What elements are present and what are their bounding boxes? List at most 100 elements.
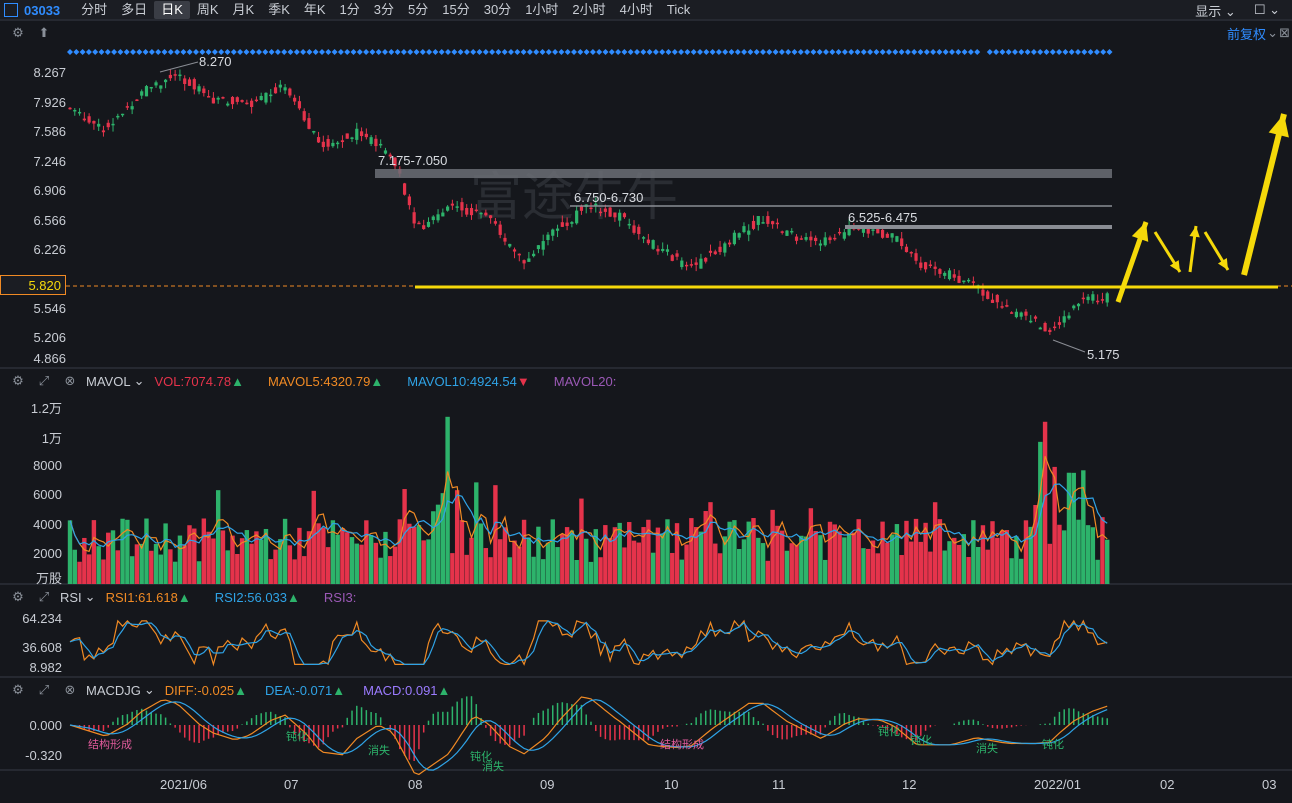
candle-body (1072, 305, 1076, 309)
candle-body (1033, 316, 1038, 319)
signal-diamond (161, 49, 168, 55)
candle-body (933, 266, 937, 269)
volume-bar (115, 550, 120, 584)
volume-bar (861, 548, 866, 584)
zone-label: 7.175-7.050 (378, 153, 447, 168)
candle-body (1005, 305, 1009, 307)
candle-body (68, 107, 72, 110)
volume-bar (823, 559, 828, 584)
volume-bar (1066, 472, 1072, 584)
candle-body (1091, 294, 1095, 301)
candle-body (1043, 323, 1047, 332)
volume-bar (163, 523, 168, 584)
candle-body (747, 230, 751, 235)
candle-body (1081, 297, 1085, 300)
macd-annotation: 结构形成 (660, 737, 704, 751)
macd-annotation: 钝化 (286, 729, 308, 743)
signal-diamond (155, 49, 162, 55)
candle-body (880, 229, 885, 238)
signal-diamond (514, 49, 521, 55)
signal-diamond (470, 49, 477, 55)
signal-diamond (823, 49, 829, 55)
volume-bar (502, 527, 508, 584)
signal-diamond (665, 49, 672, 55)
chart-canvas[interactable]: 富途牛牛7.175-7.0506.750-6.7306.525-6.4758.2… (0, 0, 1292, 803)
signal-diamond (438, 49, 445, 55)
signal-diamond (445, 49, 451, 55)
signal-diamond (810, 49, 817, 55)
volume-bar (660, 533, 665, 584)
signal-diamond (671, 49, 678, 55)
signal-diamond (508, 49, 514, 55)
volume-bar (177, 535, 183, 584)
signal-diamond (167, 49, 174, 55)
signal-diamond (753, 49, 760, 55)
signal-diamond (949, 49, 955, 55)
price-tick: 6.906 (33, 183, 66, 198)
signal-diamond (634, 49, 640, 55)
x-tick: 2022/01 (1034, 777, 1081, 792)
candle-body (637, 226, 641, 235)
candle-body (517, 253, 521, 256)
candle-body (82, 118, 86, 121)
volume-bar (407, 523, 412, 584)
zone-band (845, 225, 1112, 229)
candle-body (489, 215, 493, 219)
candle-body (120, 113, 125, 116)
signal-diamond (1005, 49, 1012, 55)
signal-diamond (67, 49, 73, 55)
volume-bar (297, 527, 302, 584)
candle-body (221, 97, 225, 99)
price-tick: 8.267 (33, 65, 66, 80)
volume-bar (846, 533, 852, 584)
signal-diamond (388, 49, 395, 55)
signal-diamond (400, 49, 407, 55)
candle-body (1010, 312, 1014, 314)
candle-body (641, 237, 646, 239)
volume-bar (416, 525, 422, 584)
candle-body (426, 221, 431, 227)
price-tick: 6.226 (33, 242, 66, 257)
candle-body (159, 85, 163, 89)
candle-body (116, 115, 120, 118)
volume-bar (144, 518, 149, 584)
candle-body (876, 228, 880, 234)
volume-bar (899, 555, 904, 584)
volume-bar (813, 531, 818, 584)
signal-diamond (791, 49, 798, 55)
volume-bar (784, 550, 790, 584)
volume-bar (1071, 472, 1076, 584)
candle-body (1105, 293, 1109, 303)
price-tick: 7.926 (33, 95, 66, 110)
x-tick: 10 (664, 777, 679, 792)
signal-diamond (369, 49, 376, 55)
volume-bar (928, 551, 933, 584)
volume-bar (192, 528, 197, 584)
candle-body (412, 212, 416, 224)
candle-body (723, 243, 727, 253)
candle-body (374, 138, 378, 147)
candle-body (575, 210, 579, 224)
volume-bar (139, 543, 144, 584)
candle-body (775, 222, 780, 225)
candle-body (799, 238, 803, 240)
signal-diamond (142, 49, 149, 55)
signal-diamond (495, 49, 502, 55)
volume-bar (72, 549, 77, 584)
signal-diamond (350, 49, 357, 55)
volume-bar (421, 540, 426, 584)
signal-diamond (571, 49, 577, 55)
signal-diamond (760, 49, 766, 55)
mavol5-line (69, 455, 1108, 553)
candle-body (302, 111, 306, 121)
volume-bar (803, 536, 809, 584)
volume-bar (770, 509, 775, 584)
signal-diamond (130, 49, 136, 55)
volume-bar (779, 530, 785, 584)
volume-bar (134, 544, 140, 584)
signal-diamond (974, 49, 981, 55)
signal-diamond (331, 49, 338, 55)
volume-bar (985, 549, 990, 584)
candle-body (1053, 326, 1057, 329)
candle-body (331, 142, 335, 147)
